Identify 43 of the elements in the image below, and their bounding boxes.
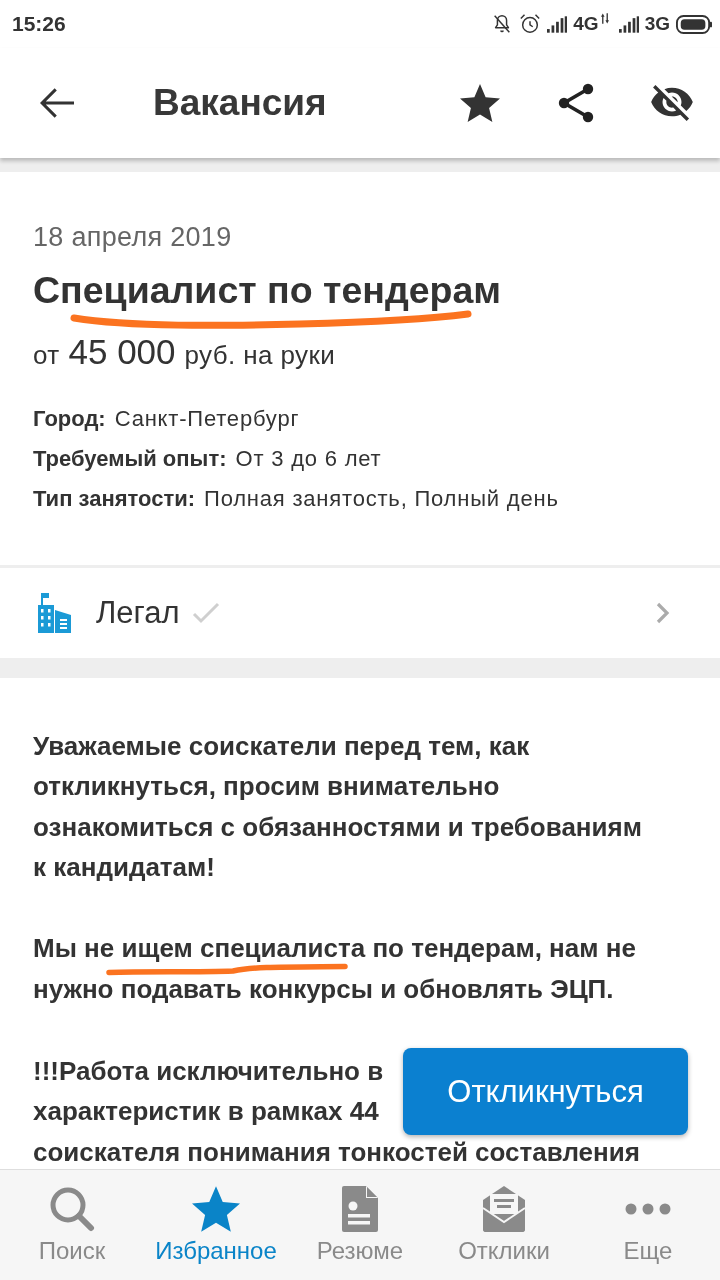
- more-dots-icon: [625, 1203, 671, 1215]
- detail-label: Город:: [33, 404, 106, 433]
- status-time: 15:26: [12, 12, 66, 36]
- search-icon: [49, 1186, 95, 1232]
- open-envelope-icon: [481, 1186, 527, 1232]
- detail-label: Требуемый опыт:: [33, 444, 227, 473]
- chevron-right-icon: [656, 601, 670, 624]
- building-icon: [38, 592, 72, 633]
- checkmark-icon: [191, 601, 220, 624]
- back-arrow-icon: [40, 86, 74, 120]
- description-text-line: нужно подавать конкурсы и обновлять ЭЦП.: [33, 975, 614, 1003]
- battery-icon: [676, 14, 712, 34]
- description-text-line: соискателя понимания тонкостей составления: [33, 1135, 640, 1169]
- signal-icon: [547, 15, 568, 33]
- salary-text: от 45 000 руб. на руки: [33, 331, 336, 373]
- nav-tab[interactable]: Поиск: [0, 1170, 144, 1280]
- detail-value: Санкт-Петербург: [114, 404, 300, 433]
- detail-label: Тип занятости:: [33, 484, 196, 513]
- publish-date: 18 апреля 2019: [33, 222, 232, 252]
- description-text-line: характеристик в рамках 44: [33, 1095, 379, 1128]
- screen-title: Вакансия: [153, 82, 327, 124]
- signal-icon: [618, 15, 639, 33]
- nav-tab[interactable]: Резюме: [288, 1170, 432, 1280]
- apply-button[interactable]: Откликнуться: [403, 1048, 688, 1135]
- detail-value: Полная занятость, Полный день: [204, 484, 559, 513]
- company-row[interactable]: Легал: [0, 567, 720, 658]
- star-icon: [460, 84, 500, 122]
- network-type-label: 4G: [573, 13, 599, 35]
- alarm-clock-icon: [519, 13, 542, 35]
- share-icon: [558, 83, 594, 123]
- nav-tab[interactable]: Избранное: [144, 1170, 288, 1280]
- data-arrows-icon: [600, 12, 609, 24]
- description-text-line: !!!Работа исключительно в: [33, 1054, 384, 1088]
- description-paragraph: Уважаемые соискатели перед тем, как откликнуться, просим внимательно ознакомиться с обязанностями и требованиям к кандидатам!: [33, 729, 643, 884]
- star-icon: [192, 1186, 240, 1232]
- document-icon: [342, 1186, 378, 1232]
- job-title: Специалист по тендерам: [33, 272, 502, 310]
- nav-tab[interactable]: Отклики: [432, 1170, 576, 1280]
- eye-off-icon: [651, 85, 693, 121]
- nav-tab[interactable]: Еще: [576, 1170, 720, 1280]
- detail-value: От 3 до 6 лет: [235, 444, 382, 473]
- network-type-label: 3G: [644, 13, 670, 35]
- description-text-line: Мы не ищем специалиста по тендерам, нам не: [33, 935, 636, 963]
